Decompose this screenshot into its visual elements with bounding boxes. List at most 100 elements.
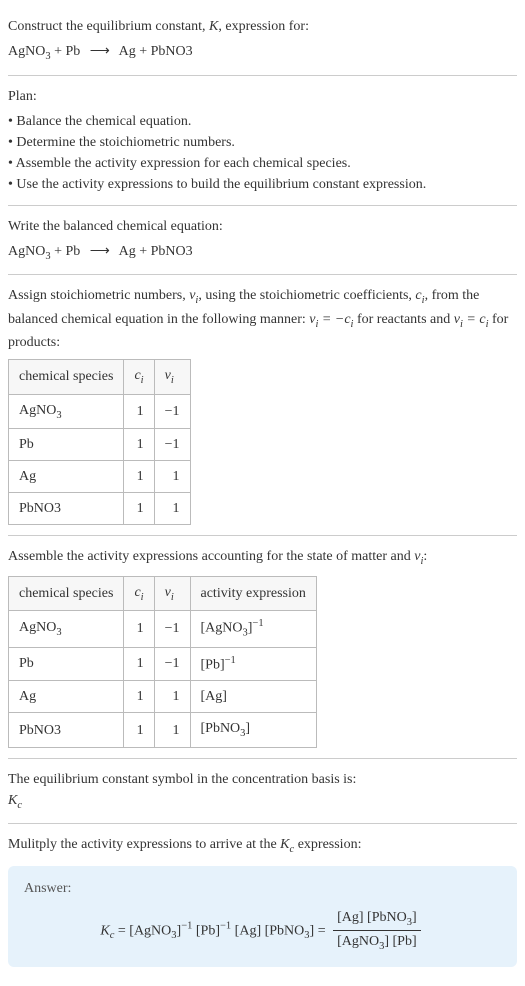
table-row: Pb 1 −1 [Pb]−1 <box>9 647 317 681</box>
multiply-text: Mulitply the activity expressions to arr… <box>8 837 280 852</box>
nu-cell: −1 <box>154 394 190 429</box>
assign-text: for reactants and <box>353 312 453 327</box>
eq-prod: = c <box>463 312 486 327</box>
intro-equation: AgNO3 + Pb ⟶ Ag + PbNO3 <box>8 41 517 65</box>
intro-suffix: , expression for: <box>218 19 309 34</box>
table-header: νi <box>154 576 190 611</box>
eq-lhs2: + Pb <box>51 44 84 59</box>
table-row: PbNO3 1 1 [PbNO3] <box>9 713 317 748</box>
activity-table: chemical species ci νi activity expressi… <box>8 576 317 748</box>
table-header: chemical species <box>9 576 124 611</box>
Kc-K: K <box>280 837 289 852</box>
table-header-row: chemical species ci νi activity expressi… <box>9 576 317 611</box>
c-cell: 1 <box>124 429 154 461</box>
divider <box>8 758 517 759</box>
c-cell: 1 <box>124 611 154 647</box>
species-cell: Pb <box>9 429 124 461</box>
divider <box>8 75 517 76</box>
table-header: νi <box>154 360 190 395</box>
intro-text: Construct the equilibrium constant, <box>8 19 209 34</box>
c-cell: 1 <box>124 713 154 748</box>
equals: = <box>114 923 129 938</box>
t2-sup: −1 <box>220 920 231 931</box>
eq-lhs: AgNO <box>8 44 45 59</box>
table-row: Ag 1 1 [Ag] <box>9 681 317 713</box>
activity-cell: [AgNO3]−1 <box>190 611 316 647</box>
t2-pre: [Pb] <box>192 923 220 938</box>
answer-box: Answer: Kc = [AgNO3]−1 [Pb]−1 [Ag] [PbNO… <box>8 866 517 967</box>
t1-sup: −1 <box>181 920 192 931</box>
plan-section: Plan: • Balance the chemical equation. •… <box>8 78 517 203</box>
activity-cell: [PbNO3] <box>190 713 316 748</box>
eq-lhs2: + Pb <box>51 244 84 259</box>
eq-rhs: Ag + PbNO3 <box>116 244 193 259</box>
plan-list: • Balance the chemical equation. • Deter… <box>8 111 517 195</box>
c-cell: 1 <box>124 493 154 525</box>
intro-line1: Construct the equilibrium constant, K, e… <box>8 16 517 37</box>
Kc-symbol: Kc <box>8 790 517 814</box>
plan-item: • Determine the stoichiometric numbers. <box>8 132 517 153</box>
table-row: Pb 1 −1 <box>9 429 191 461</box>
frac-denominator: [AgNO3] [Pb] <box>333 931 421 955</box>
nu-cell: −1 <box>154 647 190 681</box>
table-row: AgNO3 1 −1 <box>9 394 191 429</box>
nu-cell: −1 <box>154 611 190 647</box>
table-row: AgNO3 1 −1 [AgNO3]−1 <box>9 611 317 647</box>
intro-K: K <box>209 19 218 34</box>
fraction: [Ag] [PbNO3] [AgNO3] [Pb] <box>333 907 421 955</box>
species-cell: Ag <box>9 461 124 493</box>
divider <box>8 535 517 536</box>
table-header: activity expression <box>190 576 316 611</box>
plan-item: • Use the activity expressions to build … <box>8 174 517 195</box>
c-cell: 1 <box>124 461 154 493</box>
species-cell: AgNO3 <box>9 611 124 647</box>
nu-cell: −1 <box>154 429 190 461</box>
assign-text: Assign stoichiometric numbers, <box>8 288 189 303</box>
nu-cell: 1 <box>154 681 190 713</box>
Kc-K: K <box>100 923 109 938</box>
assign-text: , using the stoichiometric coefficients, <box>198 288 415 303</box>
species-cell: PbNO3 <box>9 493 124 525</box>
assign-section: Assign stoichiometric numbers, νi , using… <box>8 277 517 533</box>
eq-rhs: Ag + PbNO3 <box>116 44 193 59</box>
activity-cell: [Ag] <box>190 681 316 713</box>
c-cell: 1 <box>124 681 154 713</box>
symbol-text: The equilibrium constant symbol in the c… <box>8 769 517 790</box>
table-row: PbNO3 1 1 <box>9 493 191 525</box>
assemble-text: : <box>423 549 427 564</box>
c-cell: 1 <box>124 647 154 681</box>
multiply-section: Mulitply the activity expressions to arr… <box>8 826 517 975</box>
activity-cell: [Pb]−1 <box>190 647 316 681</box>
assemble-text: Assemble the activity expressions accoun… <box>8 549 414 564</box>
t3: [Ag] [PbNO <box>231 923 304 938</box>
c-cell: 1 <box>124 394 154 429</box>
balanced-section: Write the balanced chemical equation: Ag… <box>8 208 517 273</box>
eq-lhs: AgNO <box>8 244 45 259</box>
intro-section: Construct the equilibrium constant, K, e… <box>8 8 517 73</box>
species-cell: Pb <box>9 647 124 681</box>
nu-cell: 1 <box>154 493 190 525</box>
table-header-row: chemical species ci νi <box>9 360 191 395</box>
t1-pre: [AgNO <box>129 923 171 938</box>
balanced-equation: AgNO3 + Pb ⟶ Ag + PbNO3 <box>8 241 517 265</box>
nu-cell: 1 <box>154 461 190 493</box>
divider <box>8 823 517 824</box>
frac-numerator: [Ag] [PbNO3] <box>333 907 421 932</box>
species-cell: AgNO3 <box>9 394 124 429</box>
stoich-table: chemical species ci νi AgNO3 1 −1 Pb 1 −… <box>8 359 191 525</box>
assemble-section: Assemble the activity expressions accoun… <box>8 538 517 756</box>
species-cell: Ag <box>9 681 124 713</box>
multiply-text: expression: <box>294 837 361 852</box>
kc-expression: Kc = [AgNO3]−1 [Pb]−1 [Ag] [PbNO3] = [Ag… <box>24 907 501 955</box>
plan-label: Plan: <box>8 86 517 107</box>
t3-post: ] = <box>310 923 330 938</box>
table-row: Ag 1 1 <box>9 461 191 493</box>
answer-label: Answer: <box>24 878 501 899</box>
species-cell: PbNO3 <box>9 713 124 748</box>
table-header: chemical species <box>9 360 124 395</box>
eq-react: = −c <box>318 312 350 327</box>
table-header: ci <box>124 576 154 611</box>
plan-item: • Assemble the activity expression for e… <box>8 153 517 174</box>
balanced-label: Write the balanced chemical equation: <box>8 216 517 237</box>
symbol-section: The equilibrium constant symbol in the c… <box>8 761 517 822</box>
